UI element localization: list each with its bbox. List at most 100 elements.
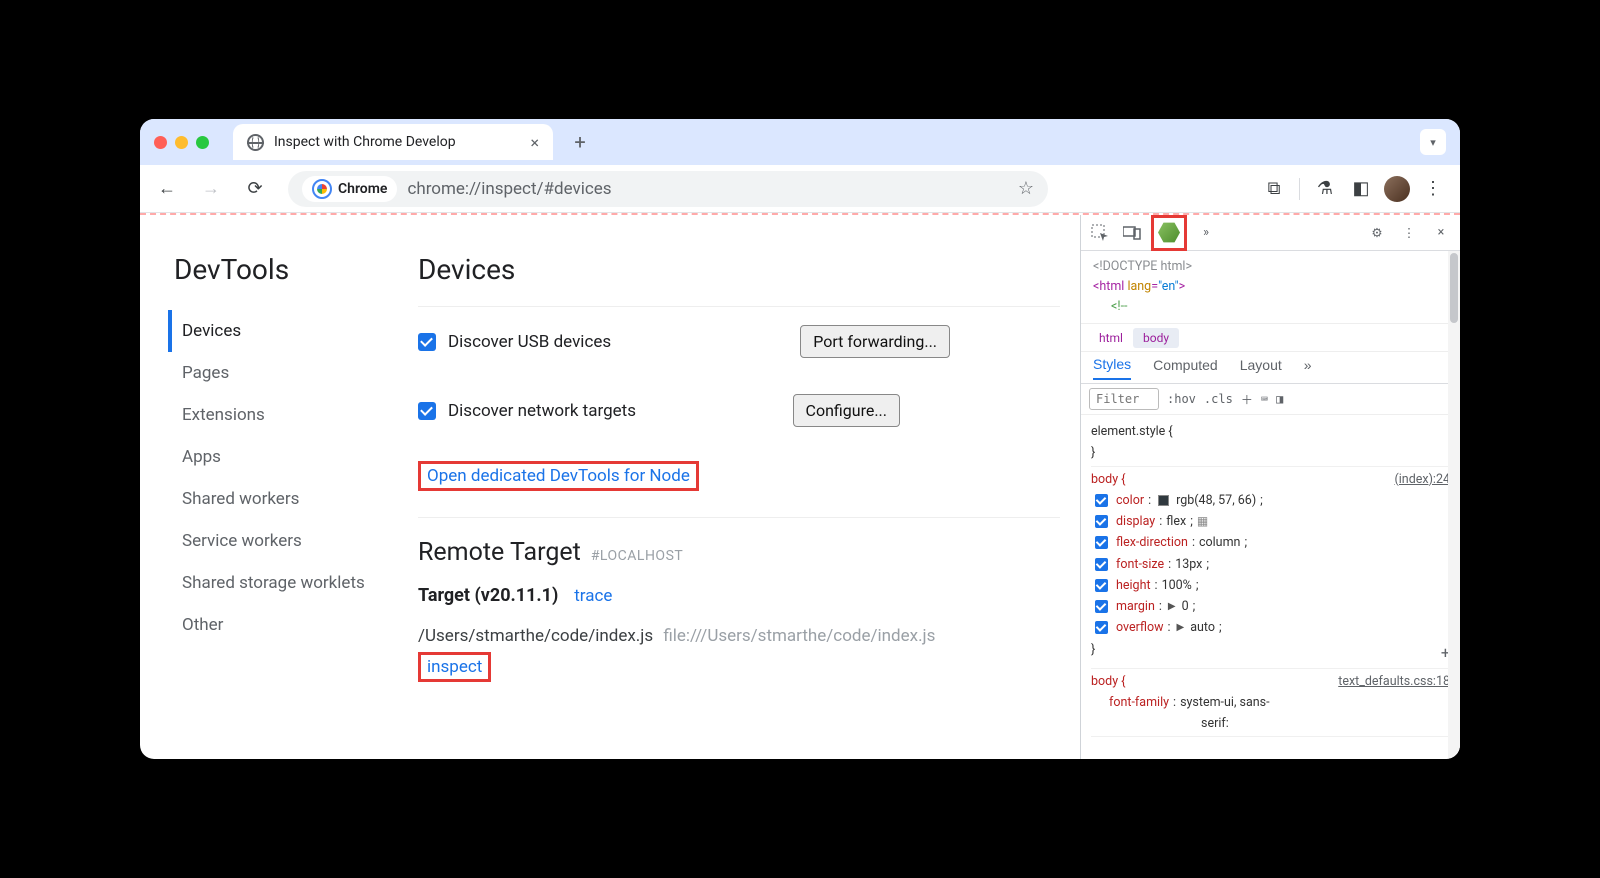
minimize-window-icon[interactable] xyxy=(175,136,188,149)
property-enabled-checkbox[interactable] xyxy=(1095,600,1108,613)
labs-icon[interactable]: ⚗ xyxy=(1308,172,1342,206)
omnibox-chip-label: Chrome xyxy=(338,181,387,197)
cls-toggle[interactable]: .cls xyxy=(1204,392,1233,406)
devtools-menu-icon[interactable]: ⋮ xyxy=(1396,220,1422,246)
property-enabled-checkbox[interactable] xyxy=(1095,558,1108,571)
back-button[interactable]: ← xyxy=(150,172,184,206)
property-name: font-size xyxy=(1116,554,1164,575)
close-tab-icon[interactable]: × xyxy=(530,133,539,152)
rule2-source-link[interactable]: text_defaults.css:18 xyxy=(1338,671,1450,692)
property-enabled-checkbox[interactable] xyxy=(1095,515,1108,528)
computed-styles-icon[interactable]: ⌨ xyxy=(1261,392,1268,406)
styles-pane[interactable]: element.style { } body { (index):24 colo… xyxy=(1081,415,1460,741)
rule1-selector: body { xyxy=(1091,469,1125,490)
flex-editor-icon[interactable]: ▦ xyxy=(1197,511,1208,531)
side-panel-icon[interactable]: ◧ xyxy=(1344,172,1378,206)
expand-shorthand-icon[interactable]: ▶ xyxy=(1177,619,1185,636)
target-name: Target (v20.11.1) xyxy=(418,585,558,606)
new-tab-button[interactable]: + xyxy=(565,127,595,157)
menu-icon[interactable]: ⋮ xyxy=(1416,172,1450,206)
bookmark-icon[interactable]: ☆ xyxy=(1018,178,1034,199)
property-value: 0 xyxy=(1182,596,1189,617)
open-devtools-for-node-link[interactable]: Open dedicated DevTools for Node xyxy=(427,466,690,486)
close-window-icon[interactable] xyxy=(154,136,167,149)
sidebar-item-service-workers[interactable]: Service workers xyxy=(168,520,408,562)
page-title: DevTools xyxy=(174,253,408,286)
tab-search-button[interactable]: ▾ xyxy=(1420,129,1446,155)
device-toolbar-icon[interactable] xyxy=(1119,220,1145,246)
tab-title: Inspect with Chrome Develop xyxy=(274,134,520,150)
toggle-rendering-icon[interactable]: ◨ xyxy=(1276,392,1283,406)
sidebar-item-other[interactable]: Other xyxy=(168,604,408,646)
sidebar-item-shared-storage-worklets[interactable]: Shared storage worklets xyxy=(168,562,408,604)
remote-target-heading: Remote Target xyxy=(418,538,581,567)
tab-styles[interactable]: Styles xyxy=(1093,356,1131,380)
css-property-row[interactable]: overflow: ▶auto; xyxy=(1091,617,1450,638)
styles-filter-bar: :hov .cls ＋ ⌨ ◨ xyxy=(1081,384,1460,415)
css-property-row[interactable]: margin: ▶0; xyxy=(1091,596,1450,617)
crumb-html[interactable]: html xyxy=(1089,328,1133,348)
sidebar-item-apps[interactable]: Apps xyxy=(168,436,408,478)
more-tabs-icon[interactable]: » xyxy=(1193,220,1219,246)
devtools-panel: » ⚙ ⋮ × <!DOCTYPE html> <html lang="en">… xyxy=(1080,215,1460,759)
content-body: DevTools Devices Pages Extensions Apps S… xyxy=(140,213,1460,759)
inspect-element-icon[interactable] xyxy=(1087,220,1113,246)
tab-strip: Inspect with Chrome Develop × + ▾ xyxy=(140,119,1460,165)
property-name: color xyxy=(1116,490,1144,511)
css-property-row[interactable]: color: rgb(48, 57, 66); xyxy=(1091,490,1450,511)
elements-source[interactable]: <!DOCTYPE html> <html lang="en"> <!-- xyxy=(1081,251,1460,324)
element-style-head: element.style { xyxy=(1091,421,1450,442)
sidebar-item-extensions[interactable]: Extensions xyxy=(168,394,408,436)
property-value: rgb(48, 57, 66) xyxy=(1176,490,1256,511)
new-style-rule-icon[interactable]: ＋ xyxy=(1241,391,1253,408)
rule1-source-link[interactable]: (index):24 xyxy=(1394,469,1450,490)
omnibox-origin-chip[interactable]: Chrome xyxy=(302,176,397,202)
configure-button[interactable]: Configure... xyxy=(793,394,900,427)
hov-toggle[interactable]: :hov xyxy=(1167,392,1196,406)
browser-window: Inspect with Chrome Develop × + ▾ ← → ⟳ … xyxy=(140,119,1460,759)
omnibox[interactable]: Chrome chrome://inspect/#devices ☆ xyxy=(288,171,1048,207)
settings-icon[interactable]: ⚙ xyxy=(1364,220,1390,246)
property-enabled-checkbox[interactable] xyxy=(1095,621,1108,634)
property-name: margin xyxy=(1116,596,1155,617)
css-property-row[interactable]: height: 100%; xyxy=(1091,575,1450,596)
property-enabled-checkbox[interactable] xyxy=(1095,494,1108,507)
crumb-body[interactable]: body xyxy=(1133,328,1179,348)
port-forwarding-button[interactable]: Port forwarding... xyxy=(800,325,950,358)
main-panel: Devices Discover USB devices Port forwar… xyxy=(408,253,1060,759)
property-enabled-checkbox[interactable] xyxy=(1095,579,1108,592)
css-property-row[interactable]: flex-direction: column; xyxy=(1091,532,1450,553)
css-property-row[interactable]: font-size: 13px; xyxy=(1091,554,1450,575)
target-file-url: file:///Users/stmarthe/code/index.js xyxy=(663,626,935,646)
reload-button[interactable]: ⟳ xyxy=(238,172,272,206)
discover-usb-checkbox[interactable] xyxy=(418,333,436,351)
browser-tab[interactable]: Inspect with Chrome Develop × xyxy=(233,124,553,160)
inspect-link[interactable]: inspect xyxy=(427,657,482,677)
color-swatch-icon[interactable] xyxy=(1158,495,1169,506)
sidebar-item-shared-workers[interactable]: Shared workers xyxy=(168,478,408,520)
address-text: chrome://inspect/#devices xyxy=(407,179,611,199)
node-tab-icon[interactable] xyxy=(1156,220,1182,246)
expand-shorthand-icon[interactable]: ▶ xyxy=(1168,598,1176,615)
maximize-window-icon[interactable] xyxy=(196,136,209,149)
highlight-inspect: inspect xyxy=(418,652,491,682)
more-panel-tabs-icon[interactable]: » xyxy=(1304,357,1312,379)
property-name: display xyxy=(1116,511,1155,532)
tab-layout[interactable]: Layout xyxy=(1240,357,1282,379)
extensions-icon[interactable]: ⧉ xyxy=(1257,172,1291,206)
forward-button[interactable]: → xyxy=(194,172,228,206)
tab-computed[interactable]: Computed xyxy=(1153,357,1218,379)
src-comment: <!-- xyxy=(1111,299,1128,314)
close-devtools-icon[interactable]: × xyxy=(1428,220,1454,246)
profile-avatar[interactable] xyxy=(1380,172,1414,206)
sidebar-item-devices[interactable]: Devices xyxy=(168,310,408,352)
filter-input[interactable] xyxy=(1089,388,1159,410)
sidebar-item-pages[interactable]: Pages xyxy=(168,352,408,394)
devtools-scrollbar[interactable] xyxy=(1448,251,1460,759)
trace-link[interactable]: trace xyxy=(574,586,612,606)
css-property-row[interactable]: display: flex; ▦ xyxy=(1091,511,1450,532)
property-value: column xyxy=(1199,532,1240,553)
property-enabled-checkbox[interactable] xyxy=(1095,536,1108,549)
window-controls xyxy=(154,136,209,149)
discover-network-checkbox[interactable] xyxy=(418,402,436,420)
